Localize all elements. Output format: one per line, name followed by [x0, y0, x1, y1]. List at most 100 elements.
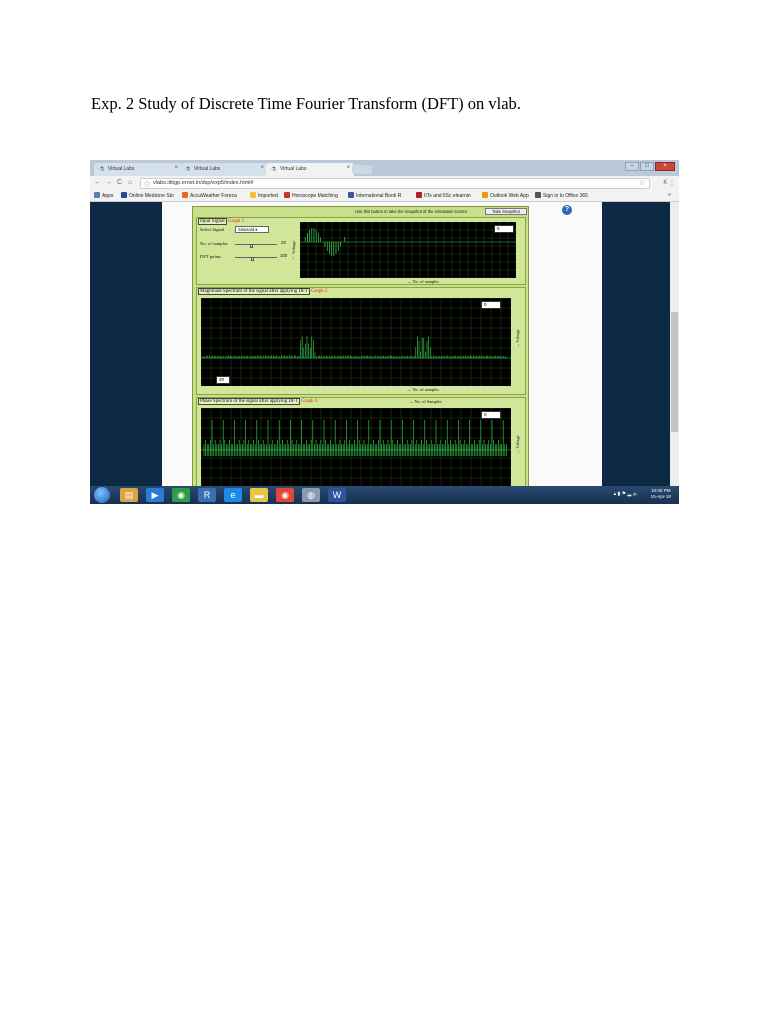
bookmark-icon — [535, 192, 541, 198]
tab-virtual-labs-1[interactable]: ⚗ Virtual Labs × — [94, 163, 182, 176]
home-button[interactable]: ⌂ — [128, 179, 132, 186]
start-button[interactable] — [94, 487, 110, 503]
back-button[interactable]: ← — [94, 179, 101, 186]
snapshot-hint: Use this button to take the snapshot of … — [355, 209, 467, 214]
bookmark-item[interactable]: IITs and IISc elearnin — [416, 192, 471, 199]
menu-icon[interactable]: K ⋮ — [663, 179, 675, 186]
maximize-button[interactable]: □ — [640, 162, 654, 171]
bookmarks-bar: Apps Online Medicine Sto AccuWeather Forec… — [90, 191, 679, 202]
bookmark-icon — [94, 192, 100, 198]
lab-icon: ⚗ — [271, 166, 276, 173]
phase-spectrum-panel: Phase Spectrum of the signal after apply… — [196, 397, 526, 487]
graph2-title: Magnitude Spectrum of the signal after a… — [198, 289, 327, 294]
taskbar-app-icon[interactable]: R — [198, 488, 216, 502]
graph2-marker: 20 — [216, 376, 230, 384]
close-icon[interactable]: × — [260, 165, 264, 171]
graph3-xlabel: → No. of Samples — [409, 399, 442, 404]
bookmark-item[interactable]: Apps — [94, 192, 113, 199]
signal-select[interactable]: Sinusoid ▾ — [235, 226, 269, 233]
minimize-button[interactable]: – — [625, 162, 639, 171]
bookmark-icon — [121, 192, 127, 198]
dft-points-slider[interactable] — [235, 257, 277, 258]
bookmark-icon — [416, 192, 422, 198]
bookmark-item[interactable]: Sign in to Office 365 — [535, 192, 588, 199]
select-signal-label: Select Signal — [200, 227, 224, 232]
taskbar-app-icon[interactable]: ◉ — [172, 488, 190, 502]
bookmark-icon — [482, 192, 488, 198]
graph1-ylabel: Voltage — [291, 241, 296, 254]
bookmark-item[interactable]: Online Medicine Sto — [121, 192, 174, 199]
tab-virtual-labs-3[interactable]: ⚗ Virtual Labs × — [266, 163, 354, 176]
lab-icon: ⚗ — [99, 166, 104, 173]
info-icon: ⓘ — [144, 180, 150, 189]
tab-virtual-labs-2[interactable]: ⚗ Virtual Labs × — [180, 163, 268, 176]
graph3-readout: 0 — [481, 411, 501, 419]
graph1-readout: 0 — [494, 225, 514, 233]
lab-icon: ⚗ — [185, 166, 190, 173]
magnitude-spectrum-panel: Magnitude Spectrum of the signal after a… — [196, 287, 526, 395]
graph3-svg — [201, 408, 511, 486]
scrollbar-thumb[interactable] — [671, 312, 678, 432]
bookmark-item[interactable]: Imported — [250, 192, 278, 199]
windows-taskbar: ▤ ▶ ◉ Re ▬ ◉ ◍ W ▴ ▮ ⚑ ▂ 🔈 10:00 PM 15-Apr-18 — [90, 486, 679, 504]
samples-slider-knob[interactable] — [250, 244, 253, 248]
take-snapshot-button[interactable]: Take Snapshot — [485, 208, 527, 215]
screenshot: ⚗ Virtual Labs × ⚗ Virtual Labs × ⚗ Virt… — [90, 160, 679, 504]
taskbar-app-icon[interactable]: ◍ — [302, 488, 320, 502]
graph2-svg — [201, 298, 511, 386]
bookmark-icon — [348, 192, 354, 198]
dft-points-slider-knob[interactable] — [251, 257, 254, 261]
help-icon[interactable]: ? — [562, 205, 572, 215]
up-arrow-icon: ↑ — [292, 256, 294, 261]
tab-label: Virtual Labs — [108, 166, 134, 172]
url-text: vlabs.iitkgp.ernet.in/dsp/exp5/index.htm… — [153, 180, 254, 186]
graph1-plot: 0 — [300, 222, 516, 278]
close-window-button[interactable]: × — [655, 162, 675, 171]
bookmark-item[interactable]: AccuWeather Foreca — [182, 192, 237, 199]
window-controls: – □ × — [625, 162, 675, 171]
dft-points-label: DFT points — [200, 254, 221, 259]
dft-points-value: 100 — [280, 253, 287, 258]
samples-slider[interactable] — [235, 244, 277, 245]
page-scrollbar[interactable] — [670, 202, 679, 488]
taskbar-app-icon[interactable]: ▤ — [120, 488, 138, 502]
graph1-xlabel: → No. of samples — [407, 279, 439, 284]
bookmark-icon — [284, 192, 290, 198]
simulation-area: Use this button to take the snapshot of … — [192, 206, 529, 488]
close-icon[interactable]: × — [346, 165, 350, 171]
tab-bar: ⚗ Virtual Labs × ⚗ Virtual Labs × ⚗ Virt… — [90, 160, 679, 176]
page-background: Use this button to take the snapshot of … — [90, 202, 679, 488]
new-tab-button[interactable] — [352, 165, 372, 174]
reload-button[interactable]: C — [117, 179, 122, 186]
bookmark-item[interactable]: Outlook Web App — [482, 192, 529, 199]
graph2-xlabel: → No. of samples — [407, 387, 439, 392]
close-icon[interactable]: × — [174, 165, 178, 171]
taskbar-app-icon[interactable]: ▶ — [146, 488, 164, 502]
clock[interactable]: 10:00 PM 15-Apr-18 — [651, 488, 671, 500]
document-heading: Exp. 2 Study of Discrete Time Fourier Tr… — [91, 94, 521, 114]
browser-toolbar: ← → C ⌂ ⓘ vlabs.iitkgp.ernet.in/dsp/exp5… — [90, 176, 679, 191]
clock-date: 15-Apr-18 — [651, 494, 671, 500]
graph2-ylabel: → Voltage — [515, 329, 520, 348]
taskbar-app-icon[interactable]: e — [224, 488, 242, 502]
bookmarks-more-button[interactable]: » — [668, 192, 671, 198]
graph2-plot: 0 20 — [201, 298, 511, 386]
tab-label: Virtual Labs — [280, 166, 306, 172]
graph1-svg — [300, 222, 516, 278]
tab-label: Virtual Labs — [194, 166, 220, 172]
system-tray[interactable]: ▴ ▮ ⚑ ▂ 🔈 — [614, 491, 639, 497]
graph1-title: Input Signal Graph 1 — [198, 219, 244, 224]
taskbar-app-icon[interactable]: ▬ — [250, 488, 268, 502]
graph3-title: Phase Spectrum of the signal after apply… — [198, 399, 317, 404]
graph2-readout: 0 — [481, 301, 501, 309]
bookmark-icon — [182, 192, 188, 198]
bookmark-star-icon[interactable]: ☆ — [639, 179, 645, 187]
bookmark-item[interactable]: Horoscope Matching — [284, 192, 338, 199]
address-bar[interactable]: ⓘ vlabs.iitkgp.ernet.in/dsp/exp5/index.h… — [140, 178, 650, 189]
bookmark-icon — [250, 192, 256, 198]
forward-button[interactable]: → — [105, 179, 112, 186]
bookmark-item[interactable]: International Book R — [348, 192, 401, 199]
samples-value: 20 — [281, 240, 286, 245]
taskbar-app-icon[interactable]: W — [328, 488, 346, 502]
taskbar-app-icon[interactable]: ◉ — [276, 488, 294, 502]
